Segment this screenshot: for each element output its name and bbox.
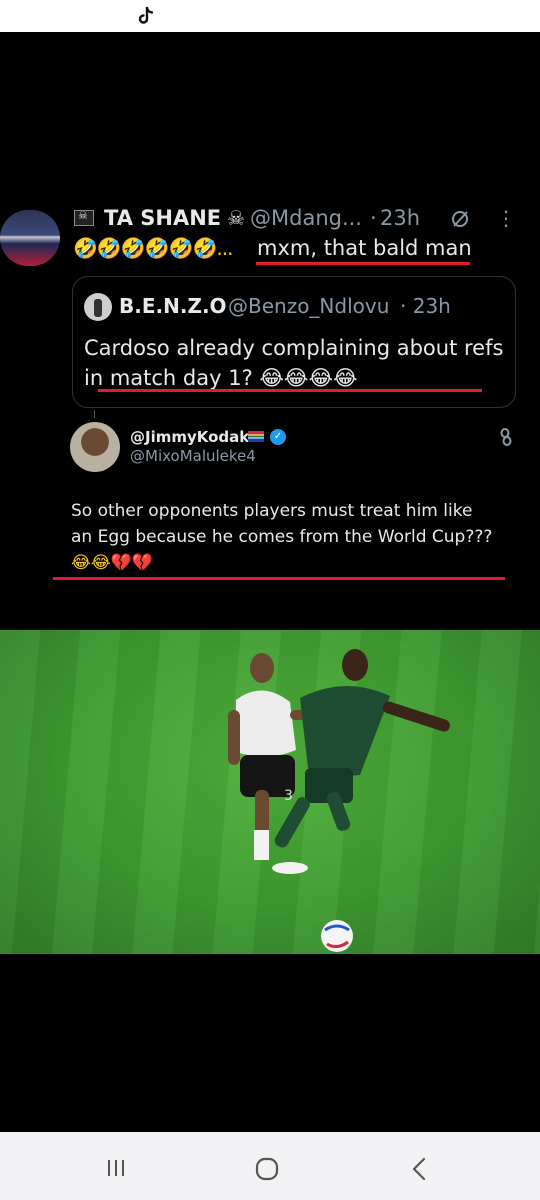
jersey-number: 3 (284, 788, 293, 804)
quoted-text-line: Cardoso already complaining about refs (84, 336, 504, 360)
south-africa-flag-icon (248, 431, 264, 442)
tiktok-icon (138, 6, 154, 24)
link-icon[interactable] (498, 428, 514, 446)
reply-text-line: an Egg because he comes from the World C… (71, 527, 493, 547)
quoted-username[interactable]: @Benzo_Ndlovu (228, 294, 389, 318)
quoted-display-name[interactable]: B.E.N.Z.O (119, 294, 227, 318)
quoted-text-line: in match day 1? 😂😂😂😂 (84, 366, 358, 390)
reply-avatar[interactable] (70, 422, 120, 472)
player-green-kit (274, 649, 451, 848)
thread-line (94, 410, 95, 418)
avatar[interactable] (0, 210, 60, 266)
player-white-kit: 3 (228, 653, 310, 874)
reply-username[interactable]: @MixoMaluleke4 (130, 447, 256, 465)
username[interactable]: @Mdang... (250, 206, 362, 230)
skull-crossbones-icon: ☠ (227, 206, 245, 230)
separator: · (370, 206, 377, 230)
football-photo[interactable]: 3 (0, 630, 540, 954)
pirate-flag-icon (74, 209, 94, 226)
display-name[interactable]: TA SHANE (104, 206, 221, 230)
tweet-text: mxm, that bald man (257, 236, 472, 260)
photo-players: 3 (228, 649, 451, 952)
recents-icon[interactable] (106, 1158, 126, 1178)
back-icon[interactable] (410, 1157, 428, 1181)
timestamp[interactable]: 23h (380, 206, 420, 230)
red-underline (256, 262, 470, 265)
verified-badge-icon: ✓ (270, 429, 286, 445)
red-underline (98, 389, 482, 392)
reply-display-name[interactable]: @JimmyKodak (130, 428, 249, 446)
quoted-avatar[interactable] (84, 293, 112, 321)
reply-emojis: 😂😂💔💔 (71, 553, 154, 573)
more-vertical-icon[interactable]: ⋮ (496, 206, 516, 230)
quoted-timestamp: · 23h (400, 294, 451, 318)
red-underline (53, 577, 505, 580)
reply-text-line: So other opponents players must treat hi… (71, 501, 473, 521)
home-icon[interactable] (255, 1157, 279, 1181)
status-bar (0, 0, 540, 32)
grok-icon[interactable] (450, 209, 470, 229)
emoji-row: 🤣🤣🤣🤣🤣🤣... (73, 236, 233, 260)
